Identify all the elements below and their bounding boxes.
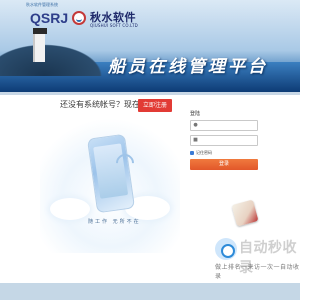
username-input[interactable]: [200, 122, 256, 130]
illustration-caption: 随工作 无所不在: [88, 219, 141, 225]
watermark-badge: 自动秒收录 做上排名一来访一次一自动收录: [215, 233, 300, 280]
watermark-subtitle: 做上排名一来访一次一自动收录: [215, 264, 300, 280]
username-field[interactable]: ●: [190, 120, 258, 131]
user-icon: ●: [193, 122, 198, 128]
login-title: 登陆: [190, 111, 201, 117]
watermark-logo-icon: [215, 238, 237, 260]
banner-small-caption: 秋水软件管理系统: [26, 2, 58, 7]
header-banner: 秋水软件管理系统 QSRJ 秋水软件 QIUSHUI SOFT CO.LTD 船…: [0, 0, 300, 92]
company-name-en: QIUSHUI SOFT CO.LTD: [90, 23, 138, 28]
lighthouse-icon: [33, 28, 47, 62]
remember-row[interactable]: 记住密码: [190, 150, 265, 156]
page-root: 秋水软件管理系统 QSRJ 秋水软件 QIUSHUI SOFT CO.LTD 船…: [0, 0, 300, 300]
register-button[interactable]: 立即注册: [138, 99, 172, 112]
phone-icon: [86, 133, 136, 214]
banner-divider: [0, 92, 300, 95]
login-button[interactable]: 登录: [190, 159, 258, 170]
book-icon: [231, 199, 259, 227]
company-logo-icon: [72, 11, 86, 25]
lock-icon: ■: [193, 137, 198, 143]
cloud-shape: [50, 198, 90, 220]
login-panel: 登陆 ● ■ 记住密码 登录: [190, 110, 265, 170]
promo-illustration: 随工作 无所不在: [40, 118, 180, 253]
brand-code: QSRJ: [30, 10, 69, 26]
platform-slogan: 船员在线管理平台: [108, 57, 268, 77]
island-graphic: [0, 40, 110, 76]
remember-label: 记住密码: [196, 150, 212, 155]
remember-checkbox[interactable]: [190, 151, 194, 155]
password-input[interactable]: [200, 137, 256, 145]
password-field[interactable]: ■: [190, 135, 258, 146]
footer-bar: [0, 283, 300, 300]
